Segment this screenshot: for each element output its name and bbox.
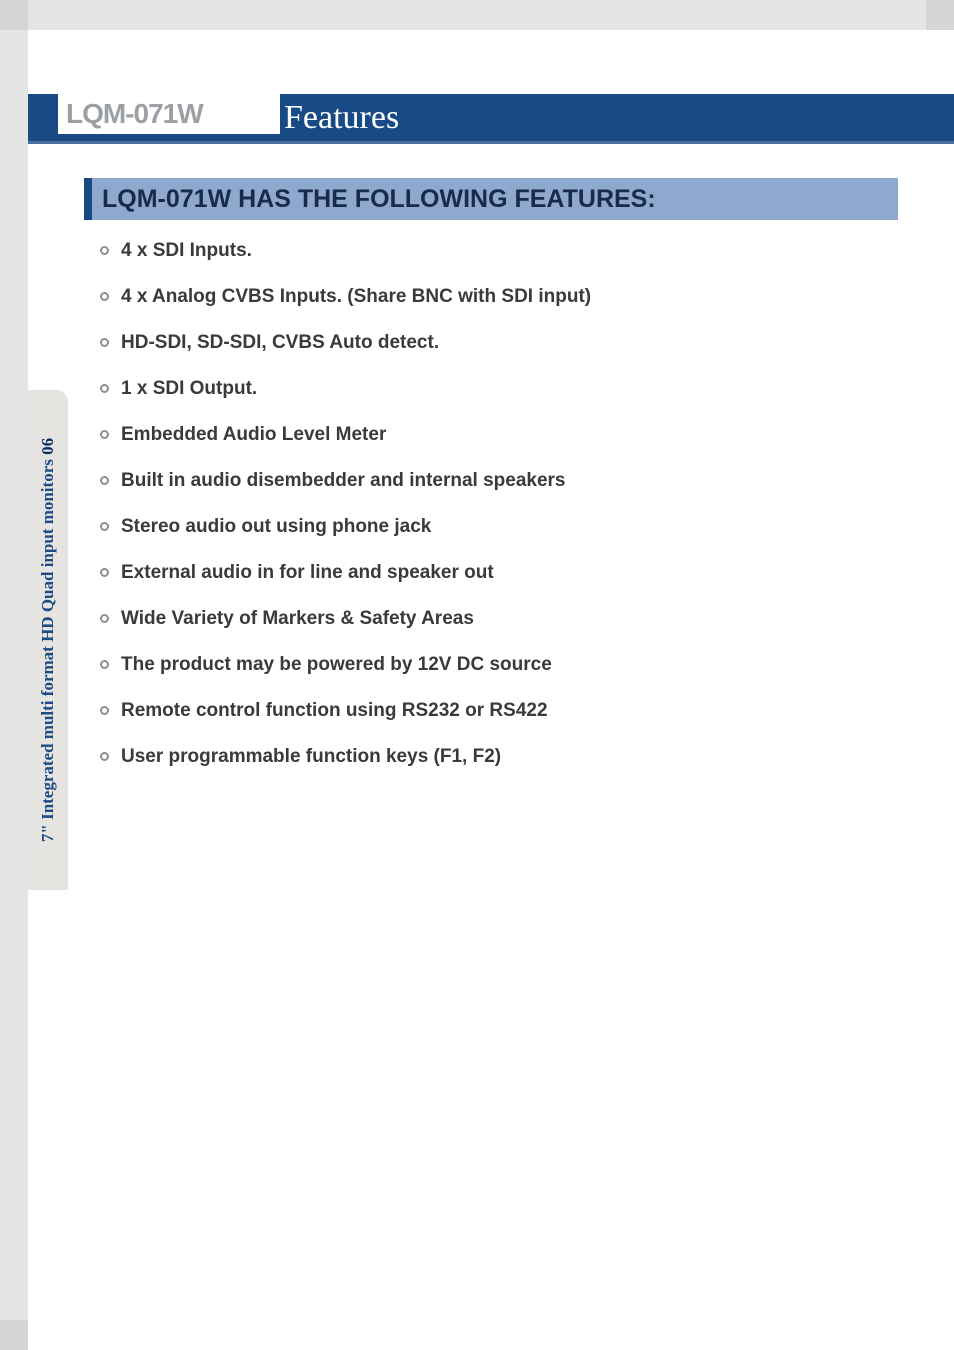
- bullet-icon: [100, 384, 109, 393]
- bullet-icon: [100, 660, 109, 669]
- feature-item: 4 x SDI Inputs.: [100, 240, 894, 262]
- corner-decoration: [0, 0, 28, 30]
- model-badge: LQM-071W: [58, 94, 280, 134]
- feature-text: 4 x SDI Inputs.: [121, 240, 252, 262]
- feature-item: HD-SDI, SD-SDI, CVBS Auto detect.: [100, 332, 894, 354]
- bullet-icon: [100, 522, 109, 531]
- feature-text: External audio in for line and speaker o…: [121, 562, 494, 584]
- feature-text: 4 x Analog CVBS Inputs. (Share BNC with …: [121, 286, 591, 308]
- feature-text: Remote control function using RS232 or R…: [121, 700, 548, 722]
- feature-text: Embedded Audio Level Meter: [121, 424, 386, 446]
- feature-text: Built in audio disembedder and internal …: [121, 470, 566, 492]
- feature-text: User programmable function keys (F1, F2): [121, 746, 501, 768]
- section-heading-text: LQM-071W HAS THE FOLLOWING FEATURES:: [102, 185, 656, 214]
- feature-item: Remote control function using RS232 or R…: [100, 700, 894, 722]
- model-text: LQM-071W: [66, 98, 203, 130]
- page-body: Features LQM-071W 7" Integrated multi fo…: [28, 30, 954, 1350]
- bullet-icon: [100, 752, 109, 761]
- bullet-icon: [100, 292, 109, 301]
- bullet-icon: [100, 568, 109, 577]
- bullet-icon: [100, 614, 109, 623]
- bullet-icon: [100, 338, 109, 347]
- feature-item: Built in audio disembedder and internal …: [100, 470, 894, 492]
- section-heading: LQM-071W HAS THE FOLLOWING FEATURES:: [84, 178, 898, 220]
- feature-item: External audio in for line and speaker o…: [100, 562, 894, 584]
- feature-item: 4 x Analog CVBS Inputs. (Share BNC with …: [100, 286, 894, 308]
- feature-item: User programmable function keys (F1, F2): [100, 746, 894, 768]
- feature-item: The product may be powered by 12V DC sou…: [100, 654, 894, 676]
- feature-text: Stereo audio out using phone jack: [121, 516, 431, 538]
- feature-item: Embedded Audio Level Meter: [100, 424, 894, 446]
- feature-item: Wide Variety of Markers & Safety Areas: [100, 608, 894, 630]
- bullet-icon: [100, 430, 109, 439]
- feature-item: Stereo audio out using phone jack: [100, 516, 894, 538]
- feature-text: 1 x SDI Output.: [121, 378, 257, 400]
- corner-decoration: [0, 1320, 28, 1350]
- side-tab-text: 7" Integrated multi format HD Quad input…: [38, 459, 57, 842]
- side-tab-label: 7" Integrated multi format HD Quad input…: [38, 438, 58, 842]
- feature-text: The product may be powered by 12V DC sou…: [121, 654, 552, 676]
- side-tab: 7" Integrated multi format HD Quad input…: [28, 390, 68, 890]
- features-list: 4 x SDI Inputs. 4 x Analog CVBS Inputs. (…: [100, 240, 894, 792]
- bullet-icon: [100, 246, 109, 255]
- side-tab-page-number: 06: [38, 438, 57, 455]
- bullet-icon: [100, 476, 109, 485]
- feature-text: Wide Variety of Markers & Safety Areas: [121, 608, 474, 630]
- header-title: Features: [284, 99, 399, 137]
- corner-decoration: [926, 0, 954, 30]
- feature-text: HD-SDI, SD-SDI, CVBS Auto detect.: [121, 332, 439, 354]
- bullet-icon: [100, 706, 109, 715]
- feature-item: 1 x SDI Output.: [100, 378, 894, 400]
